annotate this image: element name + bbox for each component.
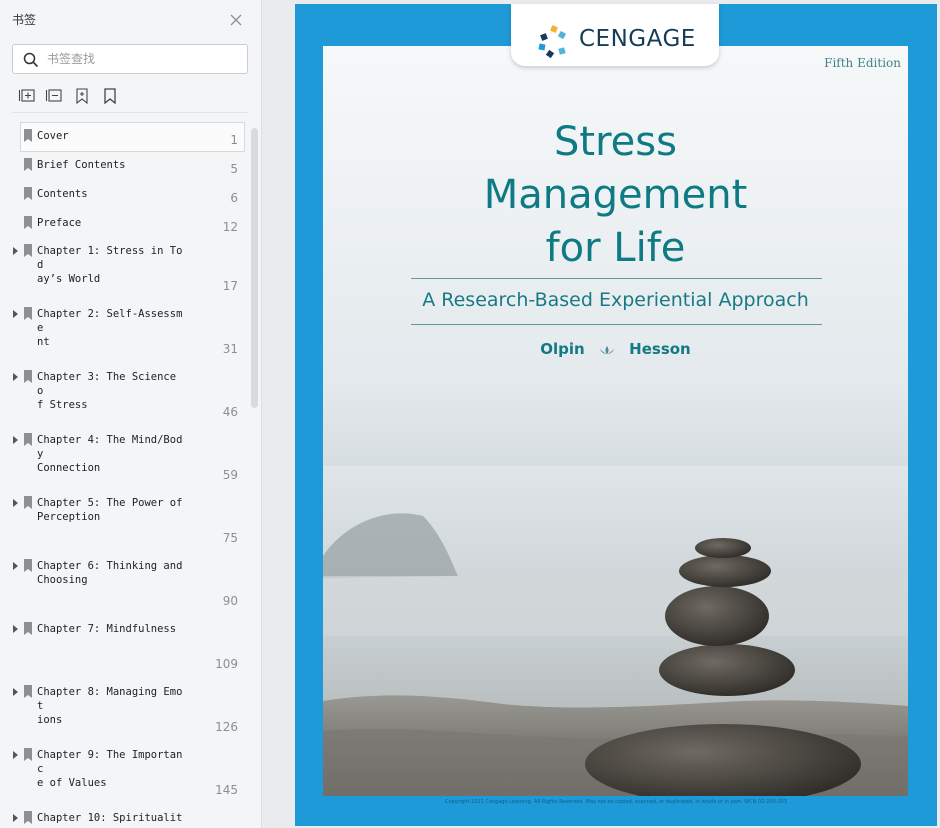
bookmark-page-number: 31 <box>222 342 238 356</box>
bookmark-label: Chapter 5: The Power of Perception <box>37 497 183 523</box>
expand-arrow-icon[interactable] <box>11 247 19 255</box>
cengage-logo-icon <box>538 25 567 59</box>
bookmark-page-number: 75 <box>222 531 238 545</box>
bookmark-icon[interactable] <box>100 86 120 106</box>
copyright-notice: Copyright 2021 Cengage Learning. All Rig… <box>445 799 787 805</box>
bookmark-page-number: 59 <box>222 468 238 482</box>
bookmark-item[interactable]: Chapter 5: The Power of Perception 75 <box>0 488 250 551</box>
bookmark-panel-title: 书签 <box>12 13 37 27</box>
bookmark-item[interactable]: Preface 12 <box>0 207 250 236</box>
title-line-3: for Life <box>545 225 686 271</box>
expand-arrow-icon[interactable] <box>11 562 19 570</box>
title-rule-top <box>411 278 822 279</box>
collapse-all-icon[interactable] <box>45 86 65 106</box>
bookmark-flag-icon <box>24 216 32 229</box>
bookmark-page-number: 1 <box>230 133 238 147</box>
bookmark-label: Chapter 7: Mindfulness <box>37 623 177 635</box>
bookmark-flag-icon <box>24 370 32 383</box>
publisher-logo-tab: CENGAGE <box>511 4 719 66</box>
bookmark-flag-icon <box>24 685 32 698</box>
bookmark-label: Chapter 8: Managing Emot ions <box>37 686 183 726</box>
expand-arrow-icon[interactable] <box>11 310 19 318</box>
bookmark-page-number: 12 <box>222 220 238 234</box>
bookmark-label: Preface <box>37 217 82 229</box>
pdf-page-cover: Fifth Edition Stress Management for Life… <box>295 4 937 826</box>
bookmark-page-number: 126 <box>215 720 238 734</box>
bookmark-flag-icon <box>24 748 32 761</box>
bookmark-search-box <box>12 44 248 74</box>
search-icon <box>23 52 39 68</box>
bookmark-page-number: 6 <box>230 191 238 205</box>
expand-arrow-icon[interactable] <box>11 625 19 633</box>
bookmark-flag-icon <box>24 559 32 572</box>
expand-arrow-icon[interactable] <box>11 814 19 822</box>
bookmark-flag-icon <box>24 433 32 446</box>
bookmark-search-input[interactable] <box>47 49 237 69</box>
bookmark-label: Chapter 2: Self-Assessme nt <box>37 308 183 348</box>
lotus-icon <box>599 345 614 354</box>
bookmark-item[interactable]: Chapter 3: The Science o f Stress 46 <box>0 362 250 425</box>
bookmark-flag-icon <box>24 622 32 635</box>
bookmark-item[interactable]: Brief Contents 5 <box>0 149 250 178</box>
bookmark-label: Chapter 10: Spirituality <box>37 812 183 828</box>
authors: Olpin Hesson <box>323 340 908 358</box>
bookmark-item[interactable]: Chapter 4: The Mind/Body Connection 59 <box>0 425 250 488</box>
expand-all-icon[interactable] <box>18 86 38 106</box>
bookmark-item[interactable]: Chapter 8: Managing Emot ions 126 <box>0 677 250 740</box>
bookmark-flag-icon <box>24 244 32 257</box>
add-bookmark-icon[interactable] <box>72 86 92 106</box>
title-line-1: Stress <box>554 119 677 165</box>
bookmark-label: Chapter 1: Stress in Tod ay’s World <box>37 245 183 285</box>
bookmark-item[interactable]: Cover 1 <box>0 120 250 152</box>
bookmark-page-number: 109 <box>215 657 238 671</box>
bookmark-page-number: 5 <box>230 162 238 176</box>
publisher-name: CENGAGE <box>579 26 696 52</box>
title-line-2: Management <box>483 172 748 218</box>
bookmark-item[interactable]: Contents 6 <box>0 178 250 207</box>
bookmark-item[interactable]: Chapter 7: Mindfulness 109 <box>0 614 250 677</box>
bookmark-label: Contents <box>37 188 88 200</box>
edition-label: Fifth Edition <box>824 56 901 70</box>
bookmark-item[interactable]: Chapter 1: Stress in Tod ay’s World 17 <box>0 236 250 299</box>
bookmark-panel-header: 书签 <box>0 0 262 40</box>
book-subtitle: A Research-Based Experiential Approach <box>422 289 809 311</box>
close-icon[interactable] <box>228 12 244 28</box>
bookmark-label: Chapter 9: The Importanc e of Values <box>37 749 183 789</box>
stacked-stones-photo <box>323 466 908 796</box>
bookmark-flag-icon <box>24 307 32 320</box>
bookmark-flag-icon <box>24 811 32 824</box>
bookmark-list: Cover 1 Brief Contents 5 Contents 6 Preface 12 C… <box>0 120 250 828</box>
toolbar-divider <box>12 112 248 113</box>
bookmark-flag-icon <box>24 158 32 171</box>
expand-arrow-icon[interactable] <box>11 373 19 381</box>
expand-arrow-icon[interactable] <box>11 499 19 507</box>
cover-artwork: Fifth Edition Stress Management for Life… <box>323 46 908 796</box>
bookmark-item[interactable]: Chapter 9: The Importanc e of Values 145 <box>0 740 250 803</box>
bookmark-scrollbar-thumb[interactable] <box>251 128 258 408</box>
bookmark-page-number: 90 <box>222 594 238 608</box>
bookmark-item[interactable]: Chapter 10: Spirituality160 <box>0 803 250 828</box>
bookmark-page-number: 17 <box>222 279 238 293</box>
bookmark-label: Chapter 3: The Science o f Stress <box>37 371 177 411</box>
bookmark-label: Brief Contents <box>37 159 126 171</box>
book-title: Stress Management for Life <box>323 116 908 275</box>
expand-arrow-icon[interactable] <box>11 688 19 696</box>
author-hesson: Hesson <box>629 340 691 358</box>
bookmark-label: Cover <box>37 130 69 142</box>
bookmark-flag-icon <box>24 187 32 200</box>
expand-arrow-icon[interactable] <box>11 751 19 759</box>
bookmark-item[interactable]: Chapter 2: Self-Assessme nt 31 <box>0 299 250 362</box>
bookmark-flag-icon <box>24 496 32 509</box>
bookmark-label: Chapter 6: Thinking and Choosing <box>37 560 183 586</box>
bookmark-page-number: 46 <box>222 405 238 419</box>
expand-arrow-icon[interactable] <box>11 436 19 444</box>
bookmark-item[interactable]: Chapter 6: Thinking and Choosing 90 <box>0 551 250 614</box>
bookmark-page-number: 145 <box>215 783 238 797</box>
bookmark-label: Chapter 4: The Mind/Body Connection <box>37 434 183 474</box>
title-rule-bottom <box>411 324 822 325</box>
bookmark-panel: 书签 Cover 1 Brief Contents 5 Contents 6 Preface… <box>0 0 262 828</box>
author-olpin: Olpin <box>540 340 585 358</box>
bookmark-flag-icon <box>24 129 32 142</box>
